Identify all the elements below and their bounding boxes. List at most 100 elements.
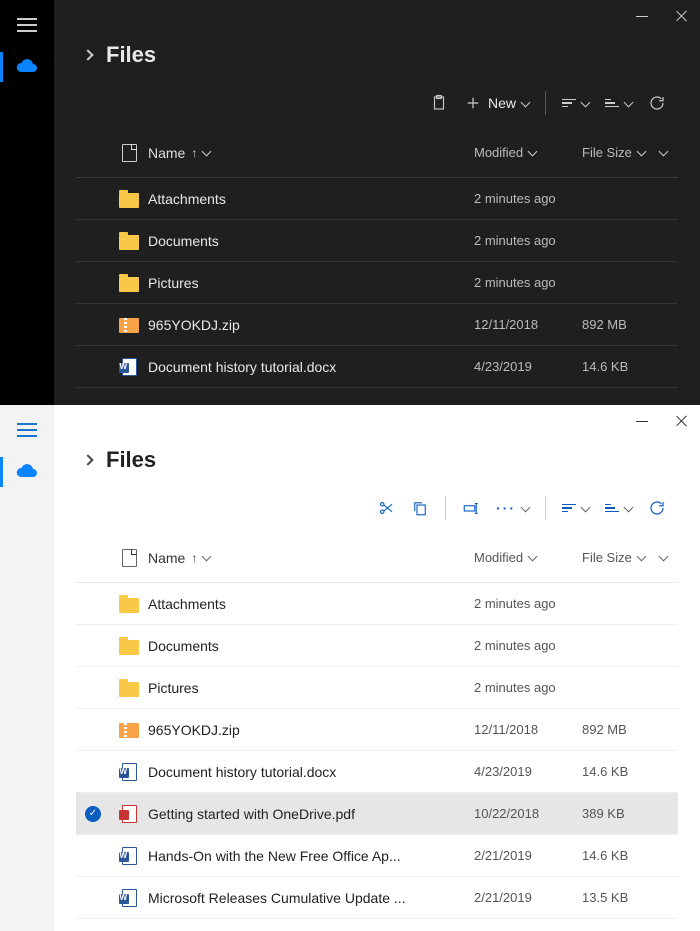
table-body: Attachments2 minutes agoDocuments2 minut…: [76, 178, 678, 388]
clipboard-icon: [430, 94, 448, 112]
chevron-down-icon: [528, 552, 538, 562]
table-row[interactable]: Documents2 minutes ago: [76, 220, 678, 262]
file-modified: 10/22/2018: [474, 806, 582, 821]
arrow-up-icon: ↑: [191, 146, 197, 160]
copy-button[interactable]: [411, 499, 429, 517]
table-row[interactable]: Attachments2 minutes ago: [76, 583, 678, 625]
folder-icon: [119, 193, 139, 208]
file-modified: 2 minutes ago: [474, 233, 582, 248]
column-size[interactable]: File Size: [582, 550, 660, 565]
command-bar: New: [54, 78, 700, 128]
file-name: Attachments: [148, 191, 474, 207]
file-name: Microsoft Releases Cumulative Update ...: [148, 890, 474, 906]
cut-button[interactable]: [377, 499, 395, 517]
sidebar-item-onedrive[interactable]: [0, 44, 54, 90]
file-table: Name ↑ Modified File Size Attachments2 m…: [54, 533, 700, 919]
sidebar-item-onedrive[interactable]: [0, 449, 54, 495]
chevron-down-icon: [528, 147, 538, 157]
copy-icon: [411, 499, 429, 517]
file-size: 389 KB: [582, 806, 660, 821]
pdf-icon: [122, 805, 137, 823]
word-icon: [122, 889, 137, 907]
sort-button[interactable]: [562, 99, 589, 108]
table-row[interactable]: Documents2 minutes ago: [76, 625, 678, 667]
column-more[interactable]: [660, 553, 678, 562]
arrow-up-icon: ↑: [191, 551, 197, 565]
column-name[interactable]: Name ↑: [148, 145, 474, 161]
chevron-down-icon: [659, 147, 669, 157]
zip-icon: [119, 723, 139, 738]
column-size[interactable]: File Size: [582, 145, 660, 160]
table-row[interactable]: Document history tutorial.docx4/23/20191…: [76, 751, 678, 793]
sidebar: [0, 0, 54, 405]
file-modified: 2 minutes ago: [474, 191, 582, 206]
refresh-button[interactable]: [648, 499, 666, 517]
close-button[interactable]: [676, 415, 688, 427]
file-name: Hands-On with the New Free Office Ap...: [148, 848, 474, 864]
file-size: 13.5 KB: [582, 890, 660, 905]
chevron-down-icon: [521, 97, 531, 107]
minimize-button[interactable]: [636, 10, 648, 22]
table-row[interactable]: Document history tutorial.docx4/23/20191…: [76, 346, 678, 388]
word-icon: [122, 763, 137, 781]
more-button[interactable]: ···: [496, 500, 529, 516]
separator: [545, 91, 546, 115]
column-modified[interactable]: Modified: [474, 145, 582, 160]
file-modified: 2 minutes ago: [474, 680, 582, 695]
sort-asc-icon: [562, 504, 576, 513]
table-row[interactable]: Microsoft Releases Cumulative Update ...…: [76, 877, 678, 919]
plus-icon: [464, 94, 482, 112]
minimize-button[interactable]: [636, 415, 648, 427]
table-row[interactable]: 965YOKDJ.zip12/11/2018892 MB: [76, 304, 678, 346]
column-modified[interactable]: Modified: [474, 550, 582, 565]
file-table: Name ↑ Modified File Size Attachments2 m…: [54, 128, 700, 388]
chevron-down-icon: [581, 97, 591, 107]
file-modified: 2/21/2019: [474, 890, 582, 905]
chevron-right-icon: [82, 454, 93, 465]
close-button[interactable]: [676, 10, 688, 22]
table-row[interactable]: Hands-On with the New Free Office Ap...2…: [76, 835, 678, 877]
word-icon: [122, 847, 137, 865]
folder-icon: [119, 235, 139, 250]
chevron-right-icon: [82, 49, 93, 60]
file-modified: 12/11/2018: [474, 317, 582, 332]
hamburger-icon[interactable]: [17, 423, 37, 437]
chevron-down-icon: [581, 502, 591, 512]
table-row[interactable]: 965YOKDJ.zip12/11/2018892 MB: [76, 709, 678, 751]
group-button[interactable]: [605, 504, 632, 513]
column-name[interactable]: Name ↑: [148, 550, 474, 566]
file-icon: [122, 144, 137, 162]
check-icon[interactable]: ✓: [85, 806, 101, 822]
file-modified: 4/23/2019: [474, 359, 582, 374]
table-row[interactable]: Pictures2 minutes ago: [76, 262, 678, 304]
chevron-down-icon: [202, 147, 212, 157]
folder-icon: [119, 682, 139, 697]
sidebar: [0, 405, 54, 931]
group-button[interactable]: [605, 99, 632, 108]
sort-desc-icon: [605, 99, 619, 108]
paste-button[interactable]: [430, 94, 448, 112]
word-icon: [122, 358, 137, 376]
table-row[interactable]: Attachments2 minutes ago: [76, 178, 678, 220]
file-size: 892 MB: [582, 722, 660, 737]
file-name: 965YOKDJ.zip: [148, 317, 474, 333]
command-bar: ···: [54, 483, 700, 533]
zip-icon: [119, 318, 139, 333]
sort-button[interactable]: [562, 504, 589, 513]
table-row[interactable]: ✓Getting started with OneDrive.pdf10/22/…: [76, 793, 678, 835]
file-name: Documents: [148, 638, 474, 654]
chevron-down-icon: [636, 147, 646, 157]
hamburger-icon[interactable]: [17, 18, 37, 32]
breadcrumb[interactable]: Files: [54, 437, 700, 483]
column-more[interactable]: [660, 148, 678, 157]
chevron-down-icon: [659, 552, 669, 562]
new-button[interactable]: New: [464, 94, 529, 112]
table-row[interactable]: Pictures2 minutes ago: [76, 667, 678, 709]
folder-icon: [119, 277, 139, 292]
more-icon: ···: [496, 500, 516, 516]
breadcrumb[interactable]: Files: [54, 32, 700, 78]
file-modified: 4/23/2019: [474, 764, 582, 779]
rename-button[interactable]: [462, 499, 480, 517]
sort-desc-icon: [605, 504, 619, 513]
refresh-button[interactable]: [648, 94, 666, 112]
